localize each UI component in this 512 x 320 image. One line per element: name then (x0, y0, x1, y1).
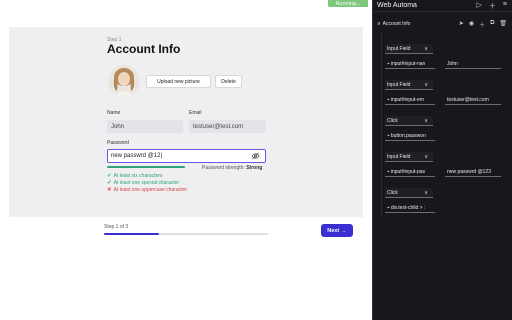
page-title: Account Info (107, 42, 181, 56)
x-icon: ✕ (107, 187, 112, 193)
rule-text: At least six characters (113, 173, 163, 179)
selector-value: input#input-nan (390, 61, 426, 67)
password-strength: Password strength: Strong (202, 165, 262, 171)
block-divider (381, 32, 382, 217)
block-title: Account Info (382, 21, 411, 27)
chevron-down-icon: ∨ (424, 118, 428, 124)
pin-icon: ⌖ (387, 169, 390, 175)
pin-icon: ⌖ (387, 133, 390, 139)
selector-value: input#input-em (390, 97, 424, 103)
menu-icon[interactable]: ≡ (503, 1, 507, 11)
value-input[interactable]: John (445, 59, 501, 69)
password-strength-bar (107, 166, 185, 168)
running-badge: Running... (328, 0, 368, 7)
copy-icon[interactable]: ⧉ (490, 20, 494, 29)
field-value: John (447, 61, 458, 67)
action-label: Input Field (387, 46, 411, 52)
password-rule: ✕ At least one uppercase character (107, 187, 187, 193)
action-label: Click (387, 190, 398, 196)
chevron-down-icon: ∨ (424, 154, 428, 160)
rule-text: At least one special character (113, 180, 180, 186)
action-label: Click (387, 118, 398, 124)
selector-value: button.passwon (390, 133, 426, 139)
progress-fill (104, 233, 159, 235)
pointer-icon[interactable]: ➤ (459, 20, 464, 29)
chevron-down-icon[interactable]: ∨ (377, 21, 381, 27)
panel-title: Web Automa (377, 2, 417, 9)
action-select[interactable]: Click ∨ (385, 188, 433, 198)
pin-icon: ⌖ (387, 205, 390, 211)
value-input[interactable]: testuser@test.com (445, 95, 501, 105)
panel-divider (373, 11, 512, 12)
selector-input[interactable]: ⌖ div.test-child > : (385, 203, 435, 213)
next-label: Next (327, 227, 340, 234)
chevron-down-icon: ∨ (424, 46, 428, 52)
password-value: new passwrd @12| (111, 153, 163, 159)
name-label: Name (107, 110, 121, 116)
web-page: Running... Step 1 Account Info Upload ne… (0, 0, 372, 320)
password-label: Password (107, 140, 129, 146)
chevron-down-icon: ∨ (424, 190, 428, 196)
email-field[interactable]: testuser@test.com (189, 120, 266, 133)
chevron-down-icon: ∨ (424, 82, 428, 88)
automation-panel: Web Automa ▷ ＋ ≡ ∨ Account Info ➤ ◉ ＋ ⧉ … (372, 0, 512, 320)
plus-icon[interactable]: ＋ (489, 1, 496, 11)
action-select[interactable]: Input Field ∨ (385, 152, 433, 162)
action-select[interactable]: Input Field ∨ (385, 44, 433, 54)
progress-label: Step 1 of 3 (104, 224, 129, 230)
arrow-right-icon: → (341, 227, 347, 234)
selector-input[interactable]: ⌖ input#input-em (385, 95, 435, 105)
block-tools: ➤ ◉ ＋ ⧉ 🗑 (459, 20, 507, 29)
password-rule: ✓ At least six characters (107, 173, 163, 179)
name-field[interactable]: John (107, 120, 183, 133)
pin-icon: ⌖ (387, 97, 390, 103)
pin-icon: ⌖ (387, 61, 390, 67)
selector-value: input#input-pas (390, 169, 426, 175)
plus-icon[interactable]: ＋ (479, 20, 485, 29)
trash-icon[interactable]: 🗑 (499, 20, 507, 29)
value-input[interactable]: new passwrd @123 (445, 167, 501, 177)
action-label: Input Field (387, 82, 411, 88)
email-label: Email (189, 110, 202, 116)
selector-input[interactable]: ⌖ input#input-nan (385, 59, 435, 69)
eye-off-icon[interactable] (251, 152, 260, 160)
next-button[interactable]: Next → (321, 224, 353, 237)
field-value: testuser@test.com (447, 97, 489, 103)
panel-toolbar: ▷ ＋ ≡ (477, 1, 507, 11)
block-header[interactable]: ∨ Account Info (377, 21, 410, 27)
action-select[interactable]: Click ∨ (385, 116, 433, 126)
rule-text: At least one uppercase character (113, 187, 187, 193)
strength-label: Password strength: (202, 165, 245, 171)
play-icon[interactable]: ▷ (477, 1, 482, 11)
action-select[interactable]: Input Field ∨ (385, 80, 433, 90)
avatar (108, 65, 140, 97)
strength-value: Strong (246, 165, 263, 171)
check-icon: ✓ (107, 173, 112, 179)
upload-picture-button[interactable]: Upload new picture (146, 75, 211, 88)
delete-picture-button[interactable]: Delete (215, 75, 242, 88)
progress-track (104, 233, 268, 235)
action-label: Input Field (387, 154, 411, 160)
selector-value: div.test-child > : (390, 205, 426, 211)
selector-input[interactable]: ⌖ button.passwon (385, 131, 435, 141)
field-value: new passwrd @123 (447, 169, 491, 175)
password-field[interactable]: new passwrd @12| (107, 149, 266, 163)
check-icon: ✓ (107, 180, 112, 186)
password-rule: ✓ At least one special character (107, 180, 179, 186)
selector-input[interactable]: ⌖ input#input-pas (385, 167, 435, 177)
eye-icon[interactable]: ◉ (469, 20, 474, 29)
